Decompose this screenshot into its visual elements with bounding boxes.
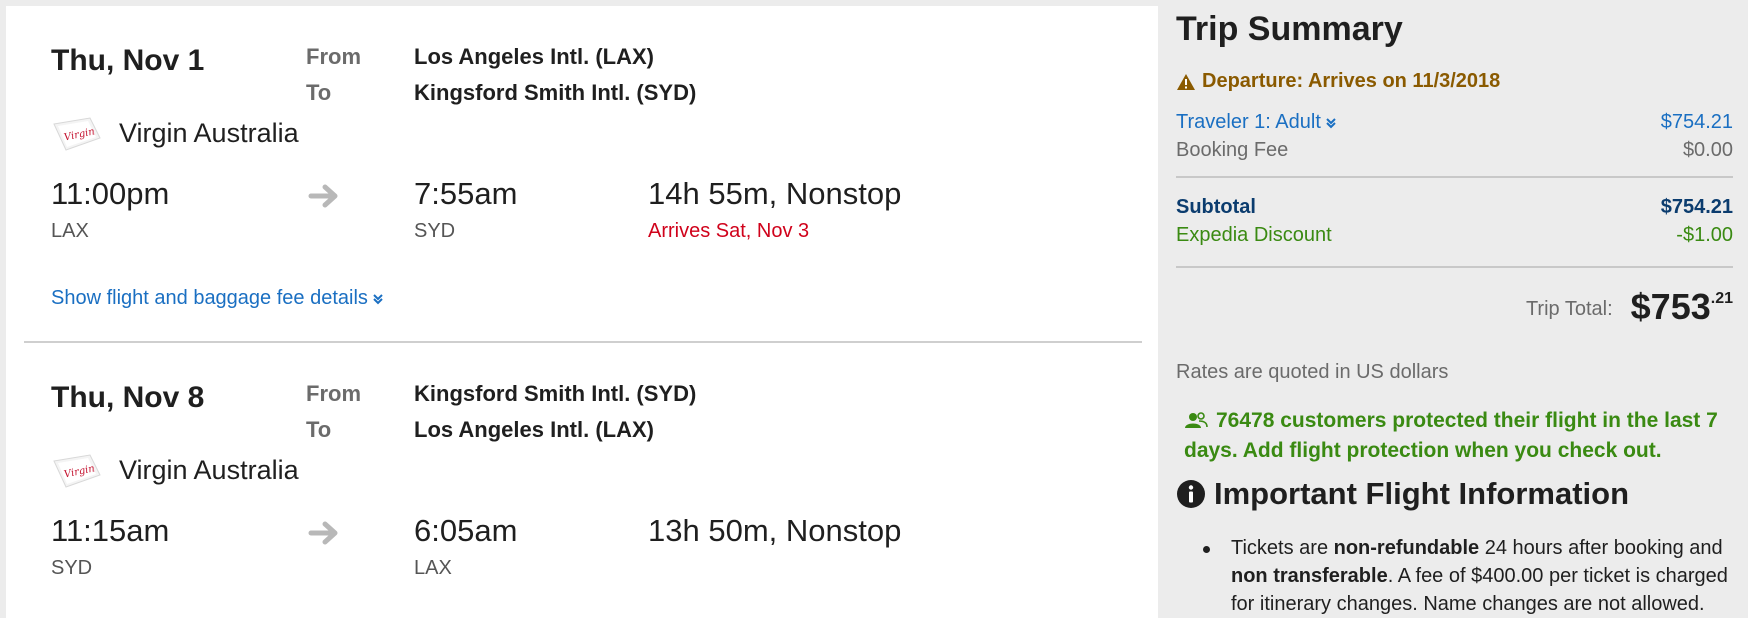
virgin-logo-icon: Virgin (53, 117, 101, 151)
traveler-row: Traveler 1: Adult $754.21 (1176, 111, 1733, 134)
arrow-right-icon (308, 521, 338, 545)
summary-divider (1176, 176, 1733, 178)
important-info-item: Tickets are non-refundable 24 hours afte… (1203, 534, 1741, 618)
from-label: From (306, 381, 361, 406)
booking-fee-label: Booking Fee (1176, 139, 1289, 161)
warning-text: Departure: Arrives on 11/3/2018 (1202, 70, 1501, 92)
virgin-logo-icon: Virgin (53, 454, 101, 488)
show-details-link[interactable]: Show flight and baggage fee details (51, 287, 384, 310)
info-text: Tickets are (1231, 537, 1334, 559)
bullet-icon (1203, 546, 1210, 553)
important-info-title: Important Flight Information (1214, 476, 1630, 511)
discount-label: Expedia Discount (1176, 224, 1332, 246)
people-icon (1185, 412, 1208, 428)
airline-name: Virgin Australia (119, 455, 299, 485)
important-info-heading: Important Flight Information (1176, 476, 1629, 512)
show-details-label: Show flight and baggage fee details (51, 287, 368, 309)
warning-icon (1177, 73, 1195, 90)
departure-time: 11:00pm (51, 176, 170, 211)
info-text: 24 hours after booking and (1479, 537, 1723, 559)
segment-divider (24, 341, 1142, 343)
subtotal-value: $754.21 (1660, 196, 1733, 218)
origin-airport: Los Angeles Intl. (LAX) (414, 44, 654, 69)
discount-row: Expedia Discount -$1.00 (1176, 224, 1733, 247)
flight-details-panel: Thu, Nov 1 From To Los Angeles Intl. (LA… (6, 6, 1158, 618)
flight-duration: 13h 50m, Nonstop (648, 513, 902, 548)
arrival-time: 6:05am (414, 513, 518, 548)
departure-warning: Departure: Arrives on 11/3/2018 (1176, 70, 1500, 93)
arrow-right-icon (308, 184, 338, 208)
arrival-airport-code: SYD (414, 220, 456, 242)
info-icon (1177, 480, 1205, 508)
trip-total-label: Trip Total: (1525, 298, 1613, 320)
double-chevron-down-icon (373, 294, 383, 305)
flight-date: Thu, Nov 8 (51, 381, 205, 414)
destination-airport: Los Angeles Intl. (LAX) (414, 417, 654, 442)
from-label: From (306, 44, 361, 69)
trip-total-dollars: $753 (1630, 286, 1711, 327)
airline-name: Virgin Australia (119, 118, 299, 148)
departure-airport-code: LAX (51, 220, 89, 242)
currency-note: Rates are quoted in US dollars (1176, 361, 1449, 383)
arrives-next-day-note: Arrives Sat, Nov 3 (648, 220, 810, 242)
trip-summary-panel: Trip Summary Departure: Arrives on 11/3/… (1176, 0, 1748, 618)
departure-time: 11:15am (51, 513, 170, 548)
to-label: To (306, 417, 332, 442)
flight-date: Thu, Nov 1 (51, 44, 205, 77)
traveler-label: Traveler 1: Adult (1176, 111, 1321, 133)
flight-protection-text: 76478 customers protected their flight i… (1184, 409, 1718, 462)
origin-airport: Kingsford Smith Intl. (SYD) (414, 381, 697, 406)
traveler-price: $754.21 (1660, 111, 1733, 133)
info-emphasis: non-refundable (1333, 537, 1480, 559)
destination-airport: Kingsford Smith Intl. (SYD) (414, 80, 697, 105)
info-emphasis: non transferable (1231, 565, 1388, 587)
flight-duration: 14h 55m, Nonstop (648, 176, 902, 211)
departure-airport-code: SYD (51, 557, 93, 579)
to-label: To (306, 80, 332, 105)
double-chevron-down-icon (1326, 118, 1336, 129)
booking-fee-row: Booking Fee $0.00 (1176, 139, 1733, 162)
booking-fee-value: $0.00 (1682, 139, 1733, 161)
subtotal-label: Subtotal (1176, 196, 1256, 218)
summary-divider (1176, 266, 1733, 268)
subtotal-row: Subtotal $754.21 (1176, 196, 1733, 219)
flight-protection-note: 76478 customers protected their flight i… (1184, 406, 1734, 466)
trip-summary-title: Trip Summary (1176, 10, 1403, 48)
arrival-time: 7:55am (414, 176, 518, 211)
arrival-airport-code: LAX (414, 557, 452, 579)
trip-total: Trip Total: $753 .21 (1526, 286, 1733, 328)
discount-value: -$1.00 (1676, 224, 1733, 246)
traveler-toggle[interactable]: Traveler 1: Adult (1176, 111, 1337, 134)
trip-total-cents: .21 (1710, 290, 1733, 307)
